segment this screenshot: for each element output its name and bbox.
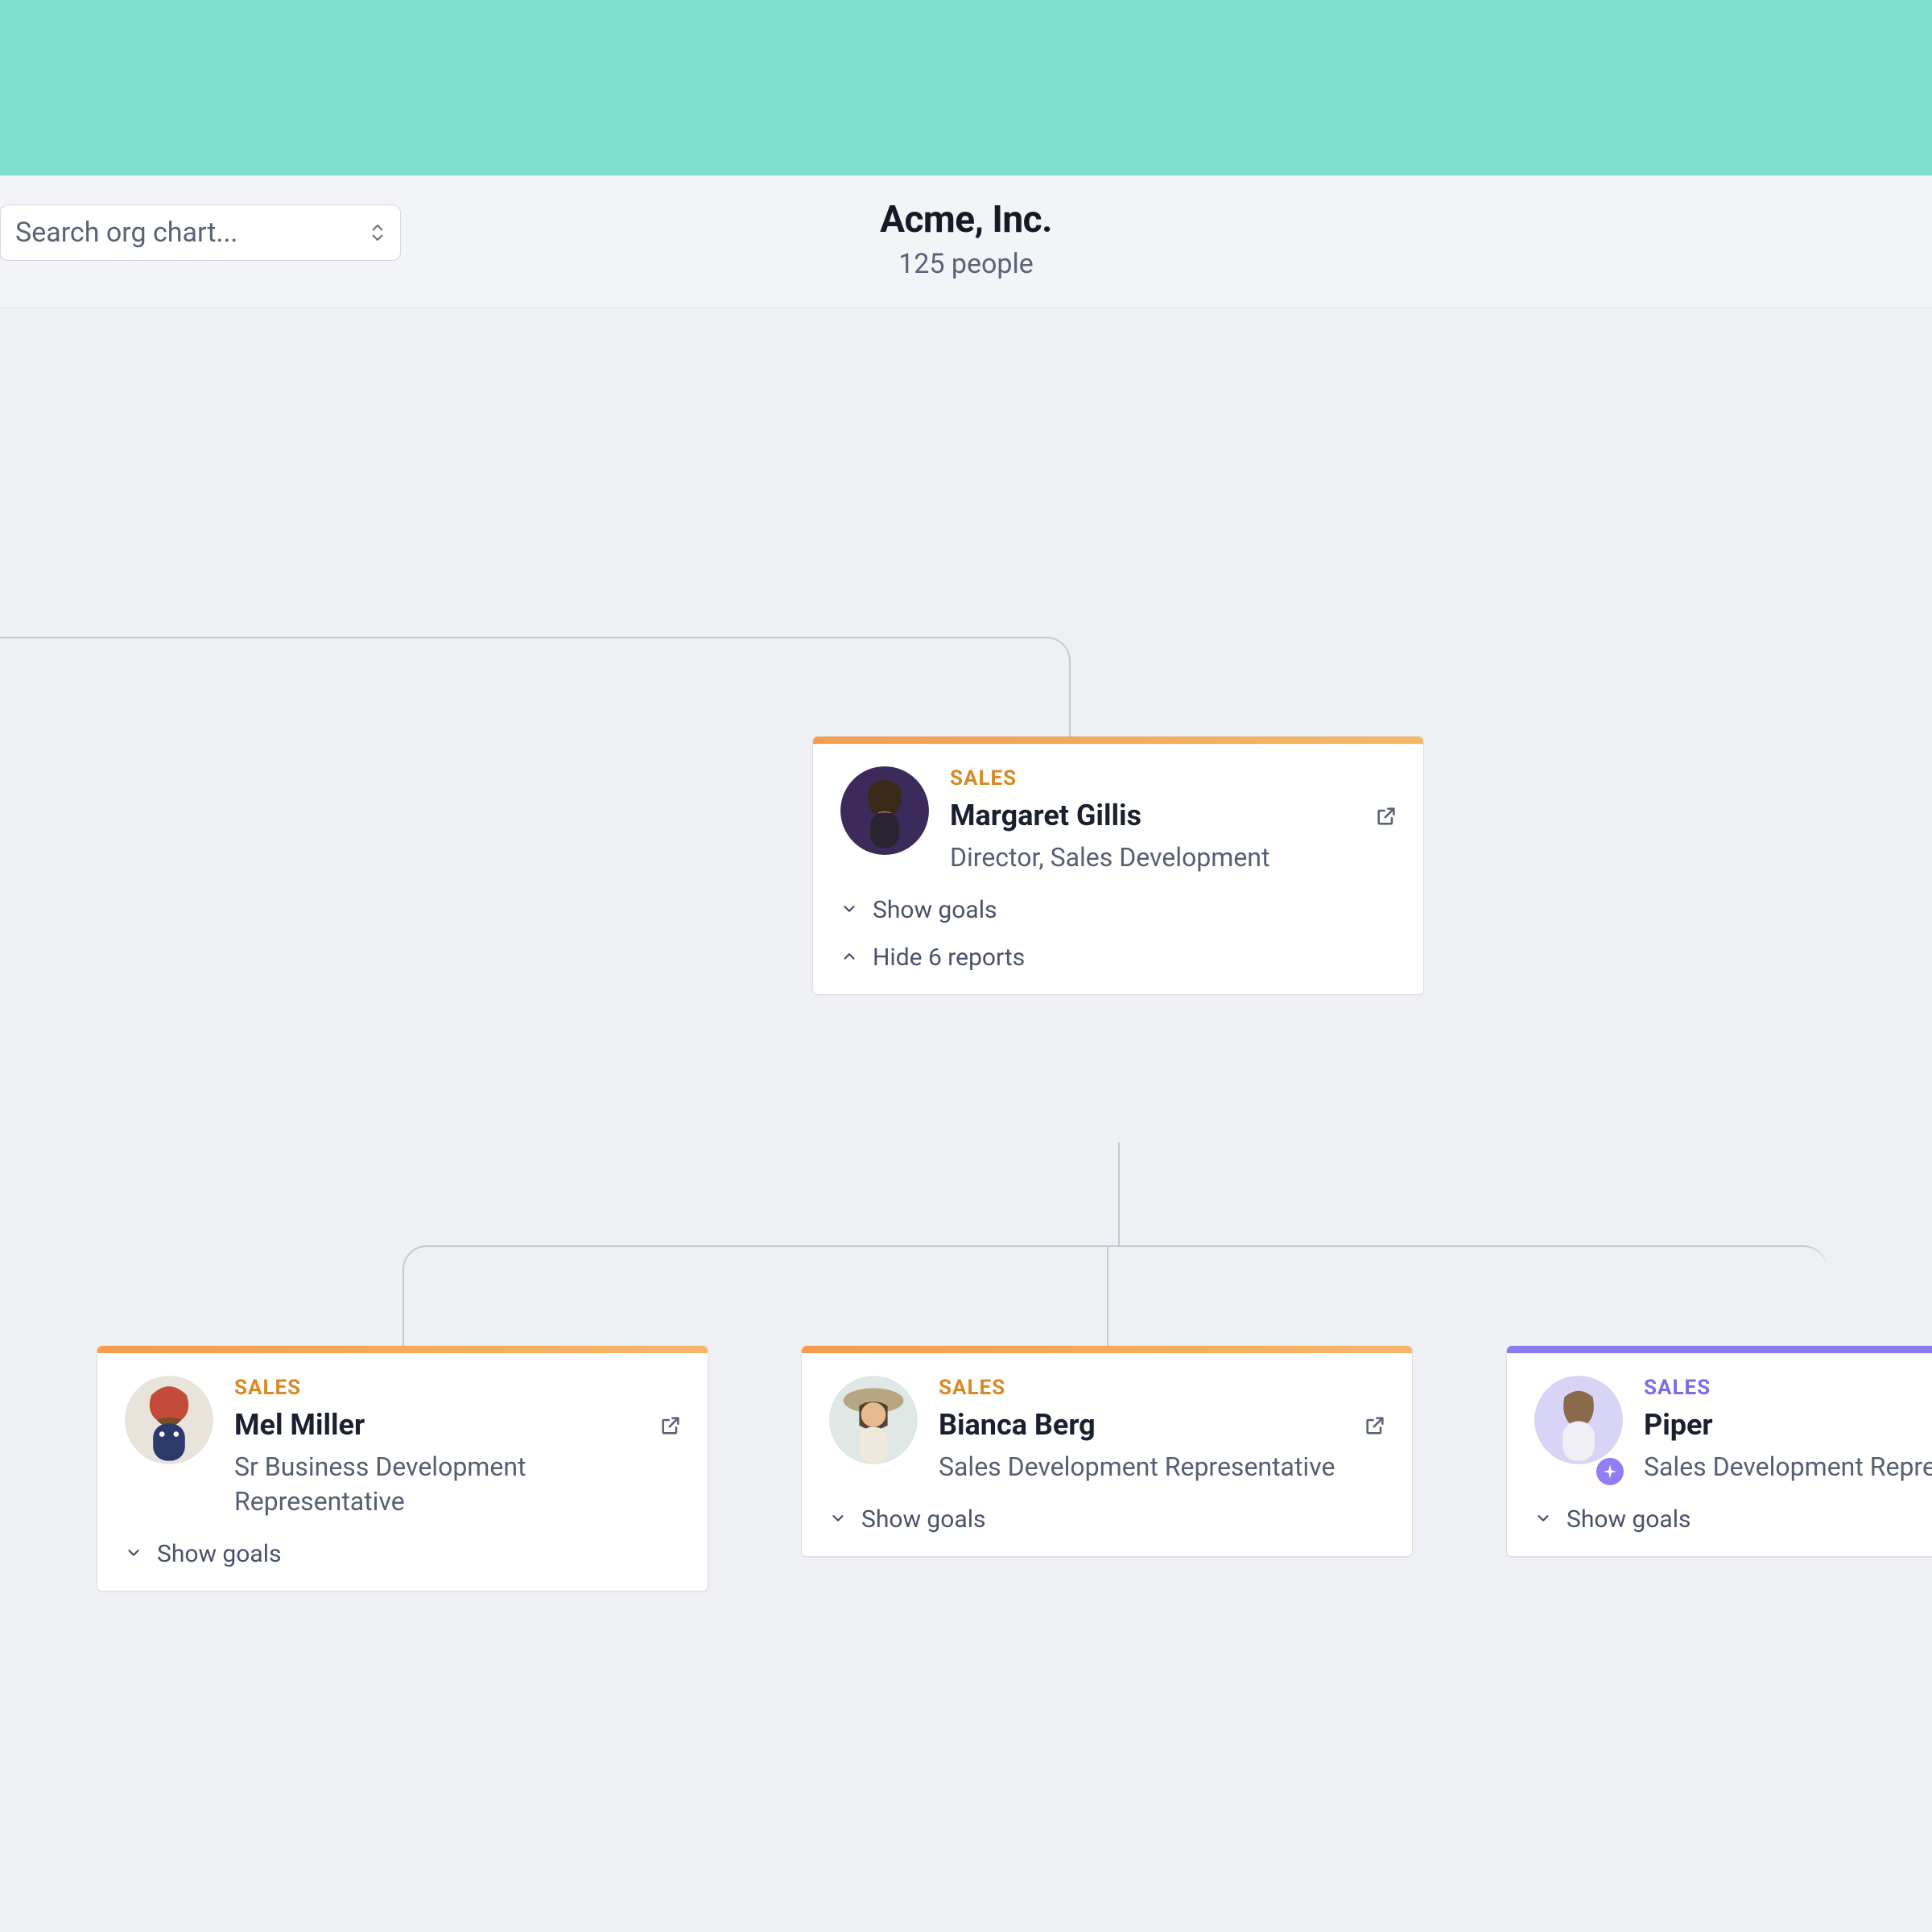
chevron-down-icon <box>125 1540 142 1568</box>
person-name: Piper <box>1644 1408 1932 1442</box>
dept-label: SALES <box>950 766 1396 791</box>
hide-reports-toggle[interactable]: Hide 6 reports <box>840 943 1396 972</box>
person-title: Sales Development Representative <box>939 1450 1385 1484</box>
top-banner <box>0 0 1932 175</box>
card-accent-bar <box>813 737 1423 744</box>
avatar <box>1534 1376 1623 1484</box>
org-chart-canvas[interactable]: SALES Margaret Gillis Director, Sales De… <box>0 308 1932 1854</box>
open-profile-icon[interactable] <box>659 1414 682 1440</box>
card-accent-bar <box>97 1346 708 1353</box>
card-accent-bar <box>1507 1346 1932 1353</box>
search-org-select[interactable]: Search org chart... <box>0 204 401 261</box>
person-card-report[interactable]: SALES Mel Miller Sr Business Development… <box>97 1346 708 1591</box>
person-card-manager[interactable]: SALES Margaret Gillis Director, Sales De… <box>813 737 1423 994</box>
chevron-up-icon <box>840 943 858 972</box>
open-profile-icon[interactable] <box>1375 805 1397 831</box>
connector-line <box>0 637 1071 738</box>
avatar <box>829 1376 918 1484</box>
search-placeholder: Search org chart... <box>15 217 237 249</box>
select-caret-icon <box>371 224 384 242</box>
person-title: Director, Sales Development <box>950 840 1396 875</box>
reports-toggle-label: Hide 6 reports <box>873 943 1025 972</box>
person-card-report[interactable]: SALES Piper Sales Development Representa… <box>1507 1346 1932 1556</box>
connector-line <box>1107 1245 1108 1347</box>
show-goals-label: Show goals <box>1567 1505 1690 1534</box>
person-title: Sales Development Representative <box>1644 1450 1932 1484</box>
show-goals-toggle[interactable]: Show goals <box>829 1505 1385 1534</box>
dept-label: SALES <box>234 1376 680 1400</box>
open-profile-icon[interactable] <box>1364 1414 1386 1440</box>
show-goals-label: Show goals <box>873 896 997 924</box>
avatar <box>125 1376 213 1519</box>
connector-line <box>402 1245 1827 1348</box>
card-accent-bar <box>802 1346 1412 1353</box>
dept-label: SALES <box>1644 1376 1932 1400</box>
person-title: Sr Business Development Representative <box>234 1450 680 1519</box>
show-goals-toggle[interactable]: Show goals <box>125 1540 680 1568</box>
sparkle-badge-icon <box>1594 1455 1626 1488</box>
person-name: Mel Miller <box>234 1408 680 1442</box>
person-card-report[interactable]: SALES Bianca Berg Sales Development Repr… <box>802 1346 1412 1556</box>
show-goals-label: Show goals <box>861 1505 985 1534</box>
show-goals-label: Show goals <box>157 1540 281 1568</box>
show-goals-toggle[interactable]: Show goals <box>840 896 1396 924</box>
person-name: Bianca Berg <box>939 1408 1385 1442</box>
chevron-down-icon <box>840 896 858 924</box>
chevron-down-icon <box>1534 1505 1552 1534</box>
chevron-down-icon <box>829 1505 847 1534</box>
header: Search org chart... Acme, Inc. 125 peopl… <box>0 175 1932 308</box>
show-goals-toggle[interactable]: Show goals <box>1534 1505 1932 1534</box>
connector-line <box>1118 1142 1120 1247</box>
dept-label: SALES <box>939 1376 1385 1400</box>
avatar <box>840 766 929 875</box>
person-name: Margaret Gillis <box>950 799 1396 832</box>
